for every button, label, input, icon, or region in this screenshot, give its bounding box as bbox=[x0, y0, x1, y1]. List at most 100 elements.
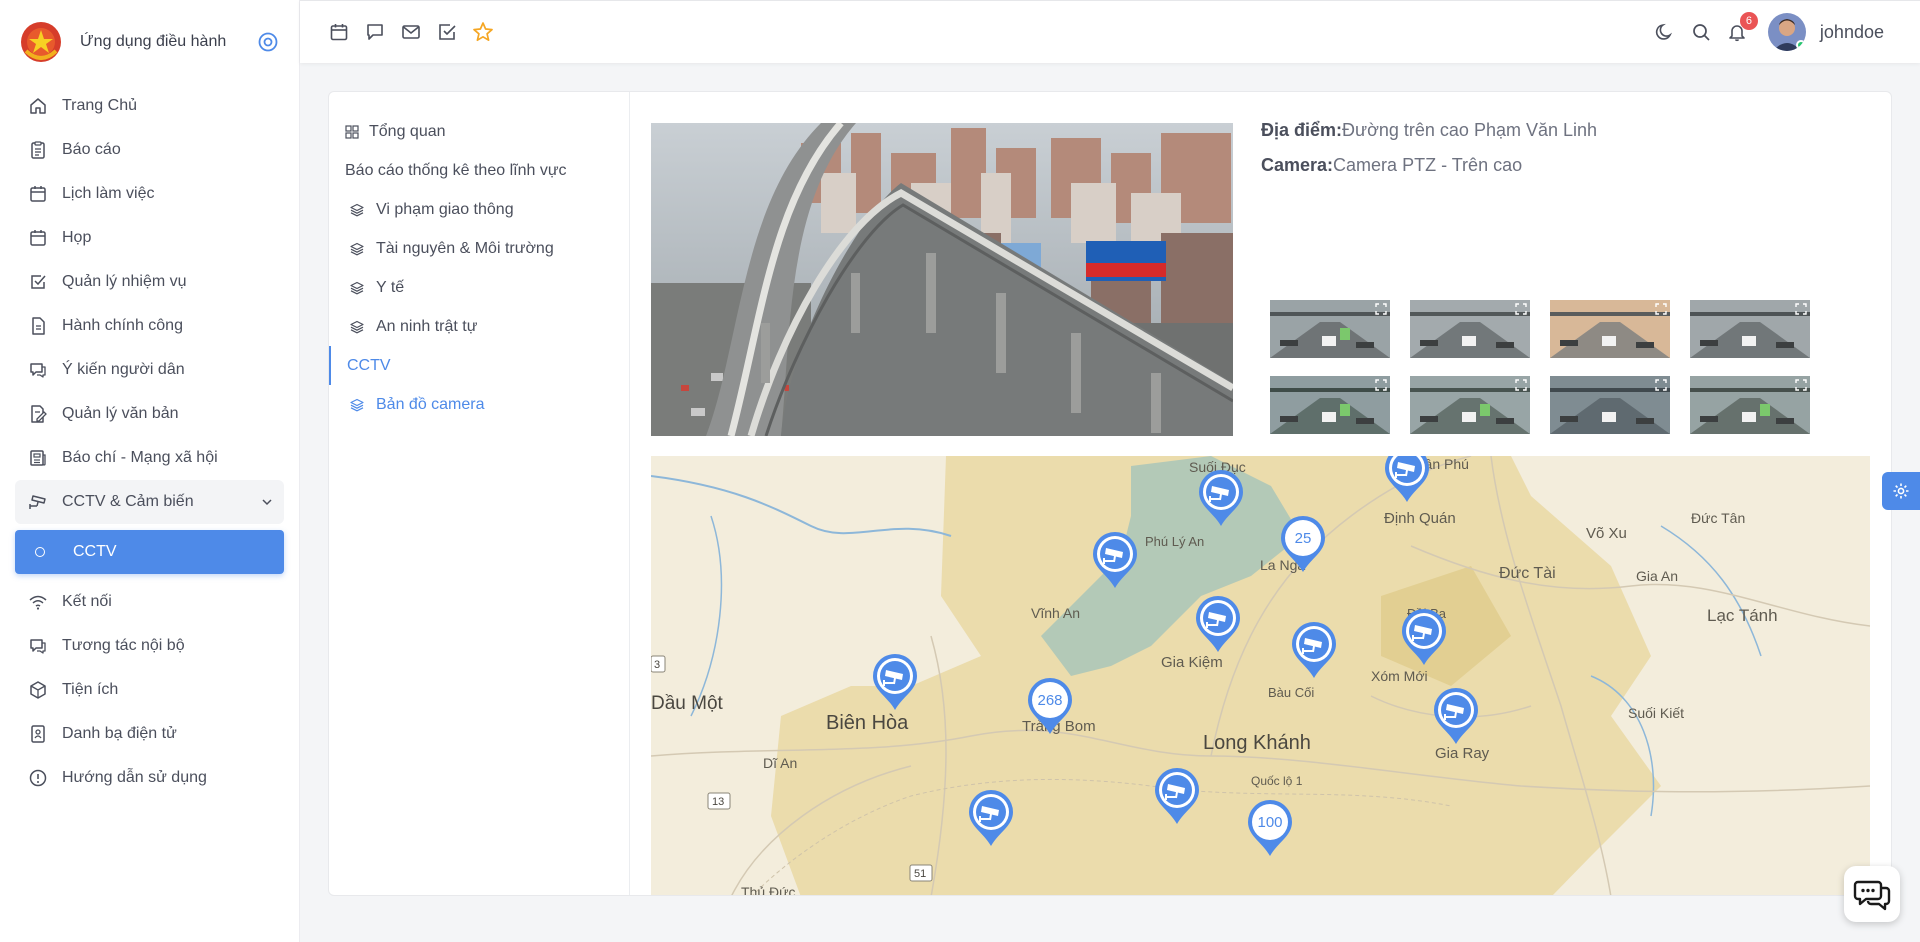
contact-book-icon bbox=[31, 725, 45, 743]
mail-icon[interactable] bbox=[400, 21, 422, 43]
quick-links bbox=[328, 21, 494, 43]
chat-icon[interactable] bbox=[364, 21, 386, 43]
search-icon[interactable] bbox=[1690, 21, 1712, 43]
sidebar-item-public-admin[interactable]: Hành chính công bbox=[0, 304, 299, 348]
sidebar-item-directory[interactable]: Danh bạ điện tử bbox=[0, 712, 299, 756]
sidebar-item-label: CCTV bbox=[73, 543, 117, 560]
chevron-down-icon bbox=[262, 499, 272, 506]
camera-thumbnail[interactable] bbox=[1270, 300, 1390, 358]
star-icon[interactable] bbox=[472, 21, 494, 43]
notifications-button[interactable]: 6 bbox=[1726, 12, 1758, 43]
camera-thumbnail[interactable] bbox=[1690, 376, 1810, 434]
camera-thumbnail[interactable] bbox=[1410, 376, 1530, 434]
subnav-security[interactable]: An ninh trật tự bbox=[329, 307, 629, 346]
sidebar-item-documents[interactable]: Quản lý văn bản bbox=[0, 392, 299, 436]
map-place-label: Suối Kiết bbox=[1628, 705, 1684, 721]
sidebar-item-label: Kết nối bbox=[62, 593, 112, 610]
layers-icon bbox=[350, 242, 364, 255]
sidebar-toggle-icon[interactable] bbox=[257, 31, 279, 53]
fullscreen-icon[interactable] bbox=[1375, 379, 1387, 391]
fullscreen-icon[interactable] bbox=[1515, 379, 1527, 391]
gear-icon bbox=[1893, 483, 1909, 499]
sidebar-item-cctv[interactable]: CCTV bbox=[15, 530, 284, 574]
sidebar-item-connect[interactable]: Kết nối bbox=[0, 580, 299, 624]
avatar[interactable] bbox=[1767, 13, 1806, 51]
cluster-count: 100 bbox=[1257, 814, 1282, 831]
sidebar-item-home[interactable]: Trang Chủ bbox=[0, 84, 299, 128]
camera-thumbnail[interactable] bbox=[1690, 300, 1810, 358]
notification-badge: 6 bbox=[1739, 12, 1758, 30]
sidebar-item-label: Họp bbox=[62, 229, 92, 246]
sidebar-item-label: Quản lý nhiệm vụ bbox=[62, 273, 187, 290]
sidebar-item-label: Báo chí - Mạng xã hội bbox=[62, 449, 218, 466]
sidebar-item-utilities[interactable]: Tiện ích bbox=[0, 668, 299, 712]
sidebar-item-press-social[interactable]: Báo chí - Mạng xã hội bbox=[0, 436, 299, 480]
layers-icon bbox=[350, 203, 364, 216]
map-place-label: Long Khánh bbox=[1203, 732, 1311, 754]
clipboard-icon bbox=[31, 141, 45, 159]
sidebar-item-user-guide[interactable]: Hướng dẫn sử dụng bbox=[0, 756, 299, 800]
subnav-traffic-violations[interactable]: Vi phạm giao thông bbox=[329, 190, 629, 229]
subnav-label: An ninh trật tự bbox=[376, 317, 478, 335]
fullscreen-icon[interactable] bbox=[1515, 303, 1527, 315]
sidebar-item-internal-chat[interactable]: Tương tác nội bộ bbox=[0, 624, 299, 668]
fullscreen-icon[interactable] bbox=[1655, 379, 1667, 391]
camera-map[interactable]: Suối Đục Tân Phú Định Quán Võ Xu Đức Tân… bbox=[651, 456, 1870, 895]
check-square-icon[interactable] bbox=[436, 21, 458, 43]
sidebar-item-label: Ý kiến người dân bbox=[62, 361, 185, 378]
subnav-health[interactable]: Y tế bbox=[329, 268, 629, 307]
camera-thumbnail[interactable] bbox=[1550, 300, 1670, 358]
map-place-label: Biên Hòa bbox=[826, 712, 909, 734]
info-icon bbox=[29, 769, 47, 787]
map-place-label: Lạc Tánh bbox=[1707, 606, 1778, 625]
location-row: Địa điểm:Đường trên cao Phạm Văn Linh bbox=[1261, 120, 1597, 141]
file-edit-icon bbox=[31, 405, 47, 423]
national-emblem-logo bbox=[21, 22, 61, 62]
file-icon bbox=[32, 317, 45, 335]
chat-icon bbox=[30, 363, 46, 378]
sidebar-item-cctv-sensors[interactable]: CCTV & Cảm biến bbox=[15, 480, 284, 524]
camera-thumbnail[interactable] bbox=[1410, 300, 1530, 358]
map-place-label: Bàu Cối bbox=[1268, 685, 1314, 700]
calendar-icon bbox=[30, 230, 46, 246]
calendar-icon[interactable] bbox=[328, 21, 350, 43]
sidebar-item-tasks[interactable]: Quản lý nhiệm vụ bbox=[0, 260, 299, 304]
sub-navigation: Tổng quan Báo cáo thống kê theo lĩnh vực… bbox=[329, 92, 630, 895]
sidebar-item-label: Danh bạ điện tử bbox=[62, 725, 177, 742]
settings-tab[interactable] bbox=[1882, 472, 1920, 510]
location-label: Địa điểm: bbox=[1261, 120, 1343, 140]
subnav-camera-map[interactable]: Bản đồ camera bbox=[329, 385, 629, 424]
sidebar-item-schedule[interactable]: Lịch làm việc bbox=[0, 172, 299, 216]
map-place-label: Gia Ray bbox=[1435, 745, 1490, 762]
moon-icon[interactable] bbox=[1654, 21, 1676, 43]
cluster-count: 268 bbox=[1037, 692, 1062, 709]
subnav-label: Bản đồ camera bbox=[376, 395, 485, 413]
fullscreen-icon[interactable] bbox=[1795, 379, 1807, 391]
camera-feed-image[interactable] bbox=[651, 123, 1233, 436]
camera-thumbnails bbox=[1270, 300, 1810, 434]
map-place-label: Võ Xu bbox=[1586, 525, 1627, 542]
sidebar-item-meetings[interactable]: Họp bbox=[0, 216, 299, 260]
subnav-overview[interactable]: Tổng quan bbox=[329, 112, 629, 151]
username[interactable]: johndoe bbox=[1820, 22, 1884, 43]
map-place-label: Quốc lộ 1 bbox=[1251, 774, 1303, 788]
fullscreen-icon[interactable] bbox=[1375, 303, 1387, 315]
chat-bubbles-icon bbox=[1853, 880, 1891, 911]
fullscreen-icon[interactable] bbox=[1655, 303, 1667, 315]
camera-thumbnail[interactable] bbox=[1550, 376, 1670, 434]
online-status-dot bbox=[1795, 40, 1806, 50]
map-place-label: Dĩ An bbox=[763, 755, 797, 771]
fullscreen-icon[interactable] bbox=[1795, 303, 1807, 315]
sidebar-item-citizen-feedback[interactable]: Ý kiến người dân bbox=[0, 348, 299, 392]
newspaper-icon bbox=[30, 450, 46, 466]
camera-thumbnail[interactable] bbox=[1270, 376, 1390, 434]
calendar-icon bbox=[30, 186, 46, 202]
map-place-label: Gia Kiệm bbox=[1161, 654, 1223, 671]
subnav-cctv[interactable]: CCTV bbox=[329, 346, 629, 385]
sidebar-item-reports[interactable]: Báo cáo bbox=[0, 128, 299, 172]
sidebar-item-label: Tương tác nội bộ bbox=[62, 637, 185, 654]
sidebar-item-label: Báo cáo bbox=[62, 141, 121, 158]
chat-support-button[interactable] bbox=[1844, 866, 1900, 922]
subnav-environment[interactable]: Tài nguyên & Môi trường bbox=[329, 229, 629, 268]
app-name: Ứng dụng điều hành bbox=[80, 33, 227, 50]
